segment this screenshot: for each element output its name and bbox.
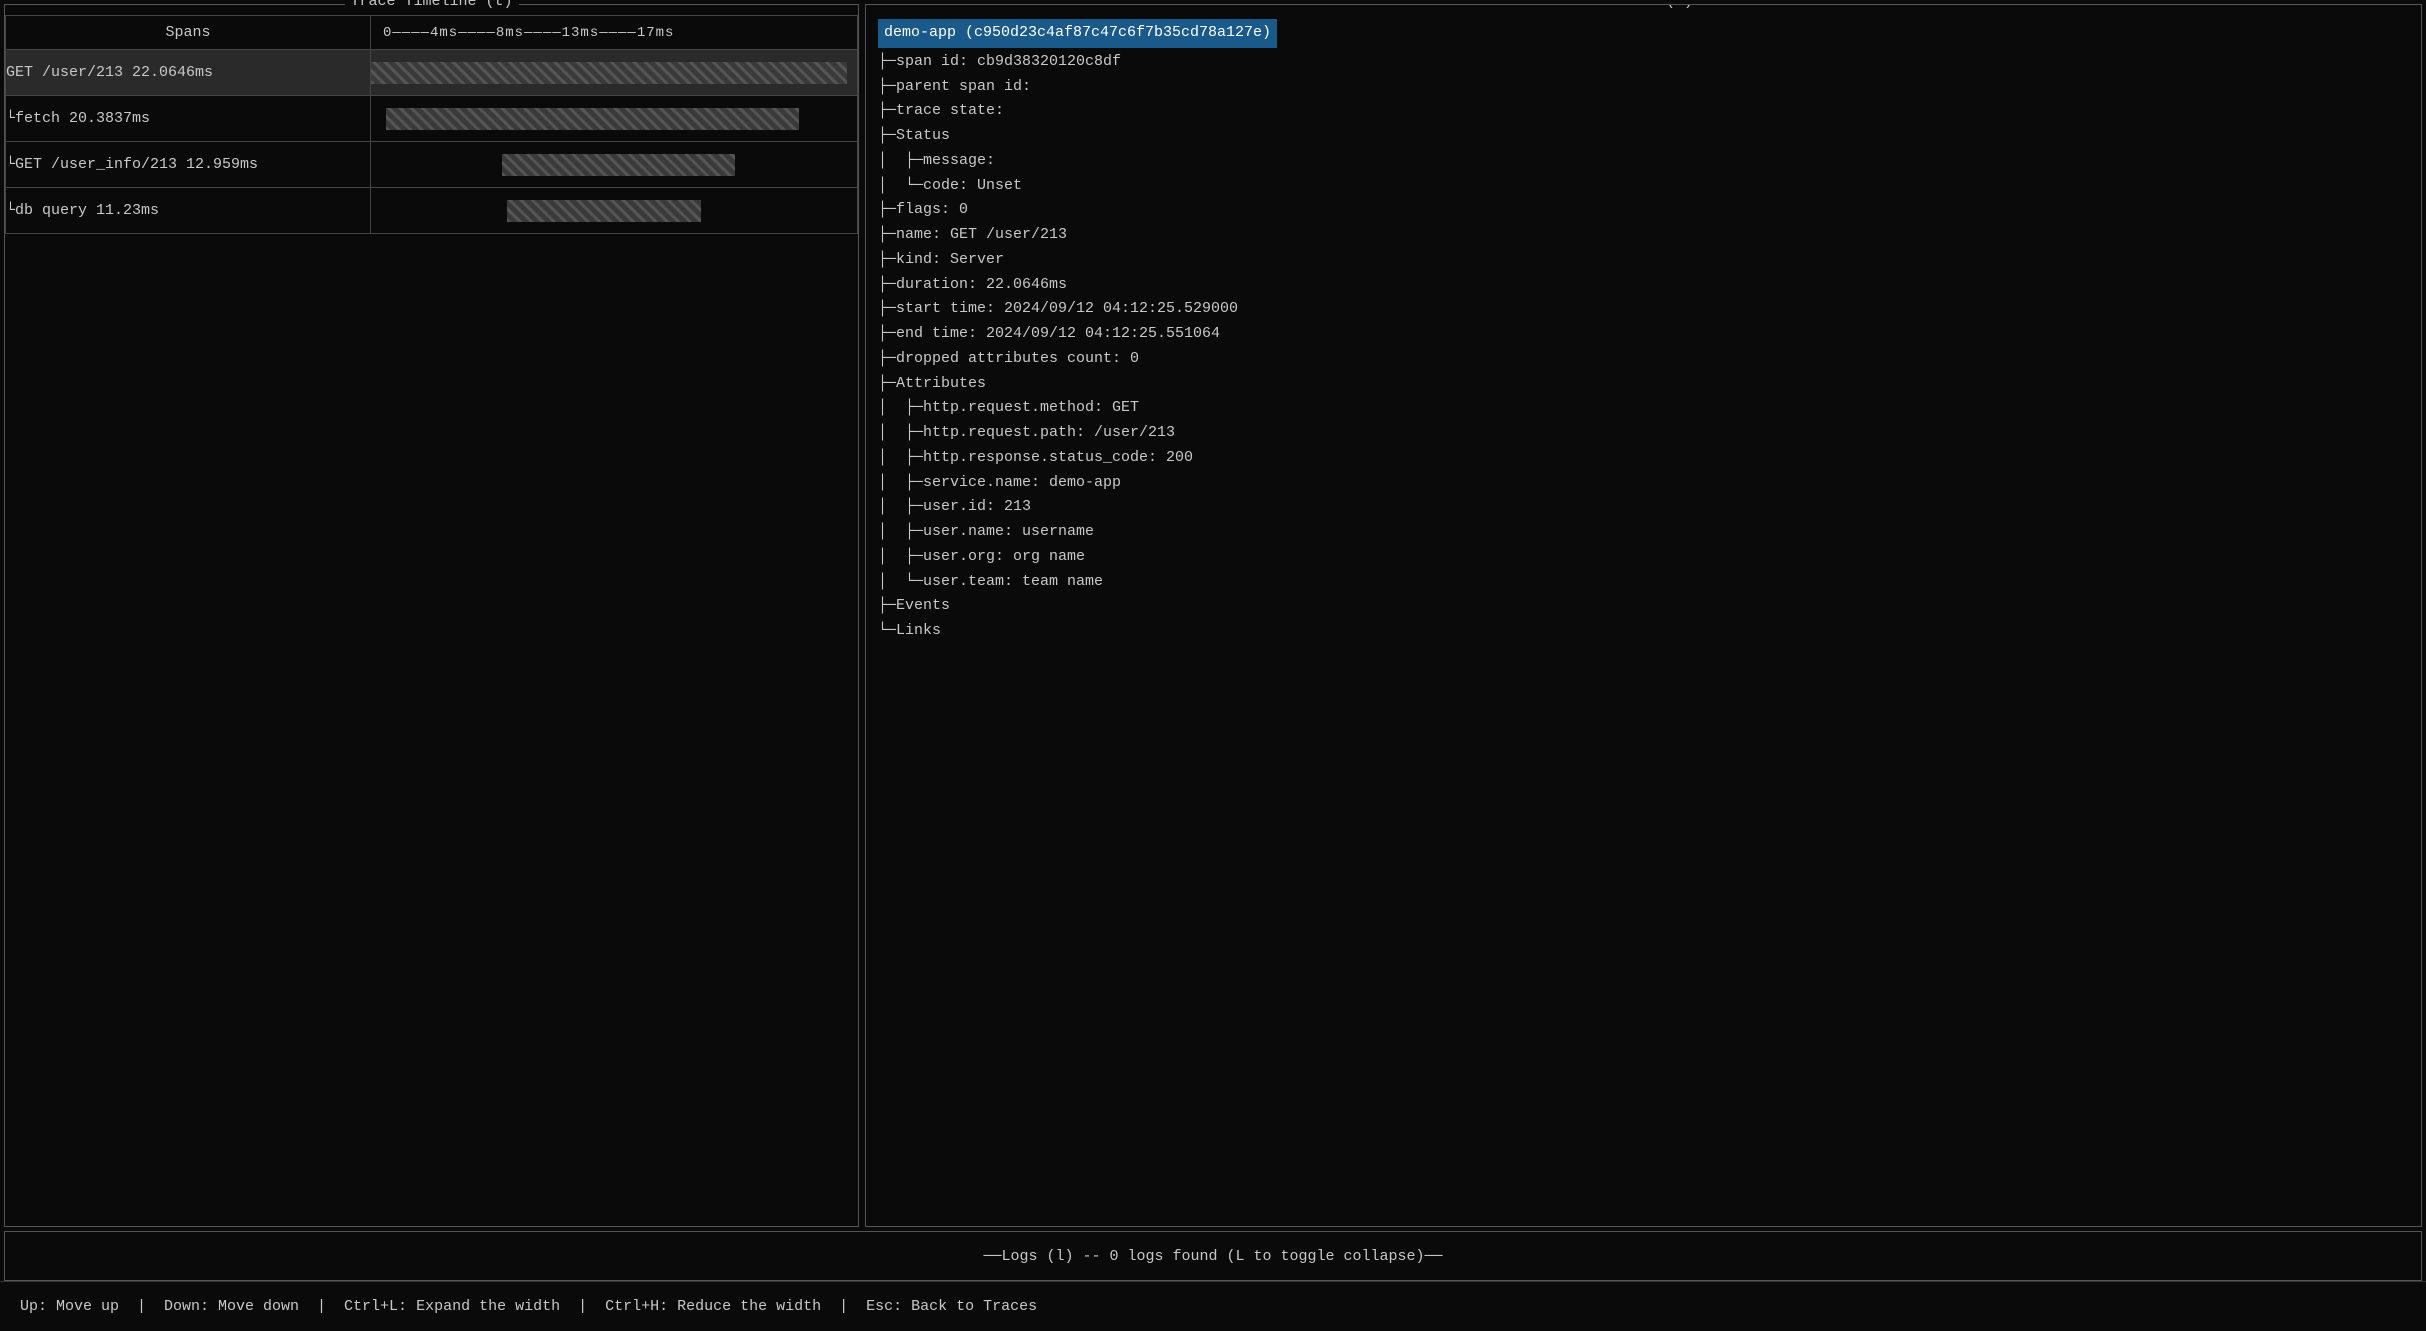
details-line: │ └─code: Unset	[878, 174, 2409, 199]
details-line: │ ├─service.name: demo-app	[878, 471, 2409, 496]
details-line: │ ├─http.request.method: GET	[878, 396, 2409, 421]
details-line: ├─Events	[878, 594, 2409, 619]
span-bar-cell	[371, 142, 858, 188]
span-bar-container	[371, 197, 857, 225]
details-line: ├─Status	[878, 124, 2409, 149]
span-name-cell[interactable]: └GET /user_info/213 12.959ms	[6, 142, 371, 188]
details-line: │ ├─http.response.status_code: 200	[878, 446, 2409, 471]
details-line: ├─duration: 22.0646ms	[878, 273, 2409, 298]
span-bar-cell	[371, 96, 858, 142]
span-bar	[507, 200, 701, 222]
logs-panel-title: ──Logs (l) -- 0 logs found (L to toggle …	[983, 1248, 1442, 1265]
details-line: ├─Attributes	[878, 372, 2409, 397]
span-bar-container	[371, 151, 857, 179]
details-panel: Details (d) demo-app (c950d23c4af87c47c6…	[865, 4, 2422, 1227]
span-bar-cell	[371, 188, 858, 234]
details-line: ├─dropped attributes count: 0	[878, 347, 2409, 372]
details-line: │ ├─message:	[878, 149, 2409, 174]
span-bar-cell	[371, 50, 858, 96]
status-bar-text: Up: Move up | Down: Move down | Ctrl+L: …	[20, 1298, 1037, 1315]
details-line: │ ├─user.org: org name	[878, 545, 2409, 570]
trace-timeline-panel: Trace Timeline (t) Spans 0————4ms————8ms…	[4, 4, 859, 1227]
details-lines: ├─span id: cb9d38320120c8df├─parent span…	[878, 50, 2409, 644]
details-line: │ ├─user.id: 213	[878, 495, 2409, 520]
trace-timeline-title: Trace Timeline (t)	[344, 0, 518, 10]
details-header-title: demo-app (c950d23c4af87c47c6f7b35cd78a12…	[878, 19, 1277, 48]
span-name-cell[interactable]: └fetch 20.3837ms	[6, 96, 371, 142]
details-panel-title: Details (d)	[1588, 4, 1699, 10]
spans-column-header: Spans	[6, 16, 371, 50]
timeline-markers: 0————4ms————8ms————13ms————17ms	[383, 25, 674, 41]
details-line: ├─start time: 2024/09/12 04:12:25.529000	[878, 297, 2409, 322]
span-name-cell[interactable]: └db query 11.23ms	[6, 188, 371, 234]
span-bar	[386, 108, 799, 130]
details-line: ├─flags: 0	[878, 198, 2409, 223]
details-line: ├─parent span id:	[878, 75, 2409, 100]
details-line: └─Links	[878, 619, 2409, 644]
details-line: ├─kind: Server	[878, 248, 2409, 273]
details-line: ├─trace state:	[878, 99, 2409, 124]
span-bar-container	[371, 105, 857, 133]
span-bar-container	[371, 59, 857, 87]
timeline-column-header: 0————4ms————8ms————13ms————17ms	[371, 16, 858, 50]
details-line: ├─name: GET /user/213	[878, 223, 2409, 248]
details-line: ├─span id: cb9d38320120c8df	[878, 50, 2409, 75]
details-line: ├─end time: 2024/09/12 04:12:25.551064	[878, 322, 2409, 347]
span-name-cell[interactable]: GET /user/213 22.0646ms	[6, 50, 371, 96]
span-bar	[502, 154, 735, 176]
status-bar: Up: Move up | Down: Move down | Ctrl+L: …	[0, 1281, 2426, 1331]
details-content: demo-app (c950d23c4af87c47c6f7b35cd78a12…	[878, 19, 2409, 644]
details-line: │ └─user.team: team name	[878, 570, 2409, 595]
details-line: │ ├─http.request.path: /user/213	[878, 421, 2409, 446]
details-line: │ ├─user.name: username	[878, 520, 2409, 545]
span-bar	[371, 62, 847, 84]
logs-panel: ──Logs (l) -- 0 logs found (L to toggle …	[4, 1231, 2422, 1281]
trace-table: Spans 0————4ms————8ms————13ms————17ms GE…	[5, 15, 858, 234]
